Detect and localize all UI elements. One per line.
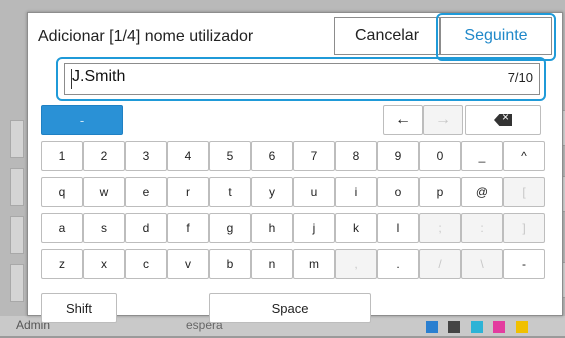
key-row4-4[interactable]: b bbox=[209, 249, 251, 279]
username-input-value: J.Smith bbox=[72, 68, 126, 85]
key-row3-3[interactable]: f bbox=[167, 213, 209, 243]
status-color-icon bbox=[515, 321, 528, 333]
key-row1-6[interactable]: 7 bbox=[293, 141, 335, 171]
backspace-icon bbox=[494, 114, 512, 126]
key-row4-11[interactable]: - bbox=[503, 249, 545, 279]
key-row3-9[interactable]: ; bbox=[419, 213, 461, 243]
text-caret bbox=[71, 69, 72, 89]
key-row2-11[interactable]: [ bbox=[503, 177, 545, 207]
username-input[interactable]: J.Smith 7/10 bbox=[64, 63, 540, 95]
key-row1-11[interactable]: ^ bbox=[503, 141, 545, 171]
key-row3-5[interactable]: h bbox=[251, 213, 293, 243]
key-row1-5[interactable]: 6 bbox=[251, 141, 293, 171]
key-row3-7[interactable]: k bbox=[335, 213, 377, 243]
key-row4-2[interactable]: c bbox=[125, 249, 167, 279]
key-row4-7[interactable]: , bbox=[335, 249, 377, 279]
key-row1-10[interactable]: _ bbox=[461, 141, 503, 171]
key-row1-4[interactable]: 5 bbox=[209, 141, 251, 171]
key-row2-7[interactable]: i bbox=[335, 177, 377, 207]
key-row2-8[interactable]: o bbox=[377, 177, 419, 207]
status-color-icon bbox=[448, 321, 461, 333]
background-tab bbox=[10, 216, 24, 254]
key-row4-1[interactable]: x bbox=[83, 249, 125, 279]
background-tab bbox=[10, 168, 24, 206]
backspace-button[interactable] bbox=[465, 105, 541, 135]
status-color-icon bbox=[493, 321, 506, 333]
add-username-dialog: Adicionar [1/4] nome utilizador Cancelar… bbox=[27, 12, 563, 323]
background-left-tabs bbox=[10, 120, 24, 302]
key-row3-0[interactable]: a bbox=[41, 213, 83, 243]
status-icons bbox=[426, 320, 546, 333]
key-row1-2[interactable]: 3 bbox=[125, 141, 167, 171]
status-color-icon bbox=[470, 321, 483, 333]
key-row2-0[interactable]: q bbox=[41, 177, 83, 207]
arrow-left-icon: ← bbox=[395, 111, 411, 128]
key-row4-6[interactable]: m bbox=[293, 249, 335, 279]
key-row2-10[interactable]: @ bbox=[461, 177, 503, 207]
background-tab bbox=[10, 120, 24, 158]
key-row1-0[interactable]: 1 bbox=[41, 141, 83, 171]
key-row4-8[interactable]: . bbox=[377, 249, 419, 279]
cancel-button[interactable]: Cancelar bbox=[334, 17, 440, 55]
key-row2-9[interactable]: p bbox=[419, 177, 461, 207]
cursor-left-button[interactable]: ← bbox=[383, 105, 423, 135]
key-row1-3[interactable]: 4 bbox=[167, 141, 209, 171]
key-row4-9[interactable]: / bbox=[419, 249, 461, 279]
key-row2-2[interactable]: e bbox=[125, 177, 167, 207]
key-row2-5[interactable]: y bbox=[251, 177, 293, 207]
key-row3-1[interactable]: s bbox=[83, 213, 125, 243]
key-row2-6[interactable]: u bbox=[293, 177, 335, 207]
key-row4-10[interactable]: \ bbox=[461, 249, 503, 279]
key-row3-6[interactable]: j bbox=[293, 213, 335, 243]
key-row3-11[interactable]: ] bbox=[503, 213, 545, 243]
next-button[interactable]: Seguinte bbox=[440, 17, 552, 55]
key-row3-10[interactable]: : bbox=[461, 213, 503, 243]
dialog-title: Adicionar [1/4] nome utilizador bbox=[38, 28, 254, 45]
cursor-right-button[interactable]: → bbox=[423, 105, 463, 135]
key-row4-3[interactable]: v bbox=[167, 249, 209, 279]
key-row1-8[interactable]: 9 bbox=[377, 141, 419, 171]
key-row3-8[interactable]: l bbox=[377, 213, 419, 243]
keyboard-mode-button[interactable]: - bbox=[41, 105, 123, 135]
key-row4-0[interactable]: z bbox=[41, 249, 83, 279]
key-row1-1[interactable]: 2 bbox=[83, 141, 125, 171]
character-counter: 7/10 bbox=[507, 70, 533, 85]
key-row2-1[interactable]: w bbox=[83, 177, 125, 207]
arrow-right-icon: → bbox=[435, 111, 451, 128]
space-button[interactable]: Space bbox=[209, 293, 371, 323]
background-tab bbox=[10, 264, 24, 302]
key-row4-5[interactable]: n bbox=[251, 249, 293, 279]
key-row1-7[interactable]: 8 bbox=[335, 141, 377, 171]
status-color-icon bbox=[426, 321, 438, 333]
key-row2-4[interactable]: t bbox=[209, 177, 251, 207]
onscreen-keyboard: - ← → 1234567890_^ qwertyuiop@[ asdfghjk… bbox=[37, 97, 555, 323]
key-row2-3[interactable]: r bbox=[167, 177, 209, 207]
shift-button[interactable]: Shift bbox=[41, 293, 117, 323]
key-row3-2[interactable]: d bbox=[125, 213, 167, 243]
key-row1-9[interactable]: 0 bbox=[419, 141, 461, 171]
key-row3-4[interactable]: g bbox=[209, 213, 251, 243]
